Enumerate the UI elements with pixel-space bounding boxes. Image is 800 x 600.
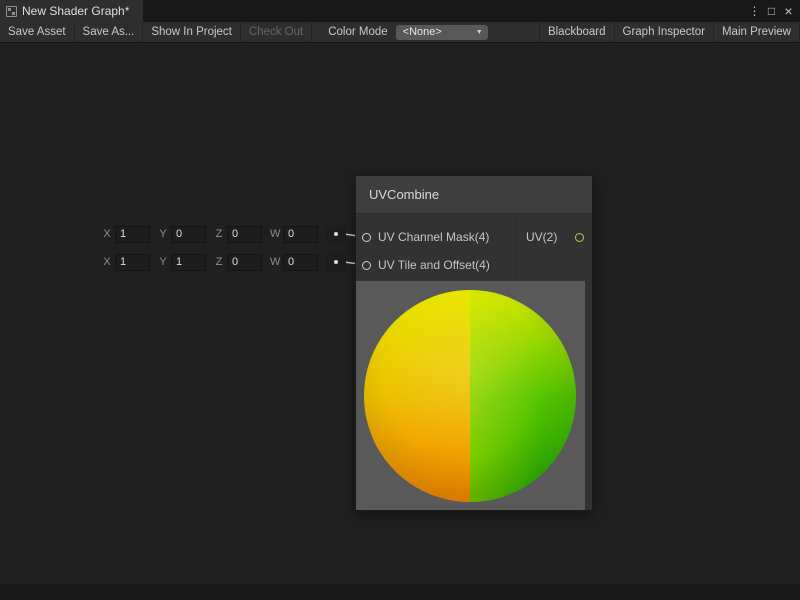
node-outputs: UV(2) xyxy=(516,214,592,281)
node-header[interactable]: UVCombine xyxy=(356,176,592,214)
toolbar: Save Asset Save As... Show In Project Ch… xyxy=(0,22,800,43)
chevron-down-icon: ▼ xyxy=(476,29,483,36)
axis-label-w: W xyxy=(270,228,280,240)
save-as-button[interactable]: Save As... xyxy=(75,22,144,42)
axis-label-z: Z xyxy=(214,256,224,268)
color-mode-dropdown[interactable]: <None> ▼ xyxy=(396,25,488,40)
output-port-uv[interactable]: UV(2) xyxy=(517,223,592,251)
output-port-icon[interactable] xyxy=(575,233,584,242)
vector-z-input[interactable] xyxy=(227,254,262,271)
vector-y-input[interactable] xyxy=(171,254,206,271)
axis-label-x: X xyxy=(102,256,112,268)
vector-y-input[interactable] xyxy=(171,226,206,243)
vector-z-input[interactable] xyxy=(227,226,262,243)
input-port-icon[interactable] xyxy=(362,261,371,270)
axis-label-y: Y xyxy=(158,256,168,268)
vector-x-input[interactable] xyxy=(115,254,150,271)
color-mode-label: Color Mode xyxy=(312,22,395,42)
axis-label-z: Z xyxy=(214,228,224,240)
node-title: UVCombine xyxy=(369,187,439,202)
graph-canvas[interactable]: X Y Z W X Y Z W UVCombine xyxy=(0,43,800,600)
vector4-input-row: X Y Z W xyxy=(102,225,346,243)
input-port-uv-channel-mask[interactable]: UV Channel Mask(4) xyxy=(356,223,516,251)
save-asset-button[interactable]: Save Asset xyxy=(0,22,75,42)
preview-sphere xyxy=(364,290,576,502)
input-port-uv-tile-offset[interactable]: UV Tile and Offset(4) xyxy=(356,251,516,279)
edge-connector[interactable] xyxy=(326,254,346,271)
main-preview-button[interactable]: Main Preview xyxy=(714,22,800,42)
sphere-shading xyxy=(364,290,576,502)
vector4-input-row: X Y Z W xyxy=(102,253,346,271)
close-icon[interactable]: × xyxy=(780,3,797,19)
axis-label-y: Y xyxy=(158,228,168,240)
tab-bar: New Shader Graph* ⋮ □ × xyxy=(0,0,800,22)
connector-dot-icon xyxy=(334,260,338,264)
node-port-area: UV Channel Mask(4) UV Tile and Offset(4)… xyxy=(356,214,592,281)
input-port-label: UV Channel Mask(4) xyxy=(378,230,489,244)
input-port-label: UV Tile and Offset(4) xyxy=(378,258,490,272)
node-preview xyxy=(356,281,585,510)
vector-x-input[interactable] xyxy=(115,226,150,243)
axis-label-x: X xyxy=(102,228,112,240)
status-bar xyxy=(0,584,800,600)
show-in-project-button[interactable]: Show In Project xyxy=(143,22,241,42)
output-port-label: UV(2) xyxy=(526,230,557,244)
toolbar-spacer xyxy=(494,22,539,42)
vector-w-input[interactable] xyxy=(283,226,318,243)
vector-w-input[interactable] xyxy=(283,254,318,271)
input-port-icon[interactable] xyxy=(362,233,371,242)
edge-connector[interactable] xyxy=(326,226,346,243)
blackboard-button[interactable]: Blackboard xyxy=(539,22,615,42)
connector-dot-icon xyxy=(334,232,338,236)
shader-graph-icon xyxy=(6,6,17,17)
maximize-icon[interactable]: □ xyxy=(763,4,780,18)
graph-inspector-button[interactable]: Graph Inspector xyxy=(615,22,714,42)
tab-title: New Shader Graph* xyxy=(22,4,129,18)
axis-label-w: W xyxy=(270,256,280,268)
uvcombine-node[interactable]: UVCombine UV Channel Mask(4) UV Tile and… xyxy=(355,175,593,511)
tab-new-shader-graph[interactable]: New Shader Graph* xyxy=(0,0,143,22)
node-inputs: UV Channel Mask(4) UV Tile and Offset(4) xyxy=(356,214,516,281)
color-mode-value: <None> xyxy=(403,26,442,38)
kebab-menu-icon[interactable]: ⋮ xyxy=(746,4,763,18)
check-out-button[interactable]: Check Out xyxy=(241,22,312,42)
window-controls: ⋮ □ × xyxy=(746,0,800,22)
